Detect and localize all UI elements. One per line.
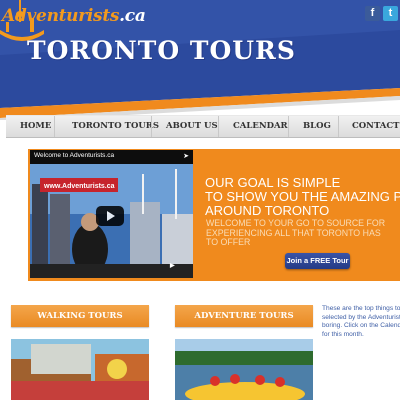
nav-divider (151, 116, 152, 137)
nav-item-contact[interactable]: CONTACT (352, 121, 400, 131)
nav-divider (54, 116, 55, 137)
description-line: for this month. (322, 330, 364, 338)
description-line: selected by the Adventurist (322, 313, 400, 321)
nav-item-blog[interactable]: BLOG (303, 121, 331, 131)
hero-headline-line: TO SHOW YOU THE AMAZING P (205, 189, 400, 204)
nav-item-toronto-tours[interactable]: TORONTO TOURS (72, 121, 159, 131)
twitter-icon[interactable]: t (383, 6, 398, 21)
adventure-tours-button[interactable]: ADVENTURE TOURS (175, 305, 313, 327)
cn-tower-icon (0, 0, 44, 41)
facebook-icon[interactable]: f (365, 6, 380, 21)
brand-logo-ca: .ca (119, 6, 146, 26)
play-icon[interactable] (96, 206, 124, 226)
nav-divider (338, 116, 339, 137)
hero-subtitle: WELCOME TO YOUR GO TO SOURCE FOR EXPERIE… (206, 218, 400, 248)
main-nav: HOME TORONTO TOURS ABOUT US CALENDAR BLO… (6, 115, 400, 138)
description-line[interactable]: boring. Click on the Calend (322, 322, 400, 331)
nav-divider (288, 116, 289, 137)
video-player[interactable]: Welcome to Adventurists.ca ➤ www.Adventu… (30, 150, 193, 278)
walking-tours-button[interactable]: WALKING TOURS (11, 305, 149, 327)
nav-item-about-us[interactable]: ABOUT US (166, 121, 218, 131)
hero-headline-line: AROUND TORONTO (205, 203, 330, 218)
description-line: These are the top things to (322, 305, 400, 312)
top-things-description: These are the top things to selected by … (322, 305, 400, 339)
site-header: Adventurists.ca TORONTO TOURS f t (0, 0, 400, 120)
nav-divider (218, 116, 219, 137)
nav-item-home[interactable]: HOME (20, 121, 51, 131)
walking-tours-image[interactable] (11, 339, 149, 400)
hero-subtitle-line: TO OFFER (206, 237, 251, 247)
hero-headline-line: OUR GOAL IS SIMPLE (205, 175, 341, 190)
join-free-tour-button[interactable]: Join a FREE Tour (285, 253, 350, 269)
video-title[interactable]: Welcome to Adventurists.ca (34, 152, 114, 159)
nav-item-calendar[interactable]: CALENDAR (233, 121, 288, 131)
hero-headline: OUR GOAL IS SIMPLE TO SHOW YOU THE AMAZI… (205, 176, 400, 218)
youtube-icon[interactable]: ▶ (170, 262, 175, 269)
adventure-tours-image[interactable] (175, 339, 313, 400)
share-icon[interactable]: ➤ (183, 152, 189, 160)
page-title: TORONTO TOURS (27, 36, 296, 65)
video-sign-text: www.Adventurists.ca (43, 183, 115, 190)
